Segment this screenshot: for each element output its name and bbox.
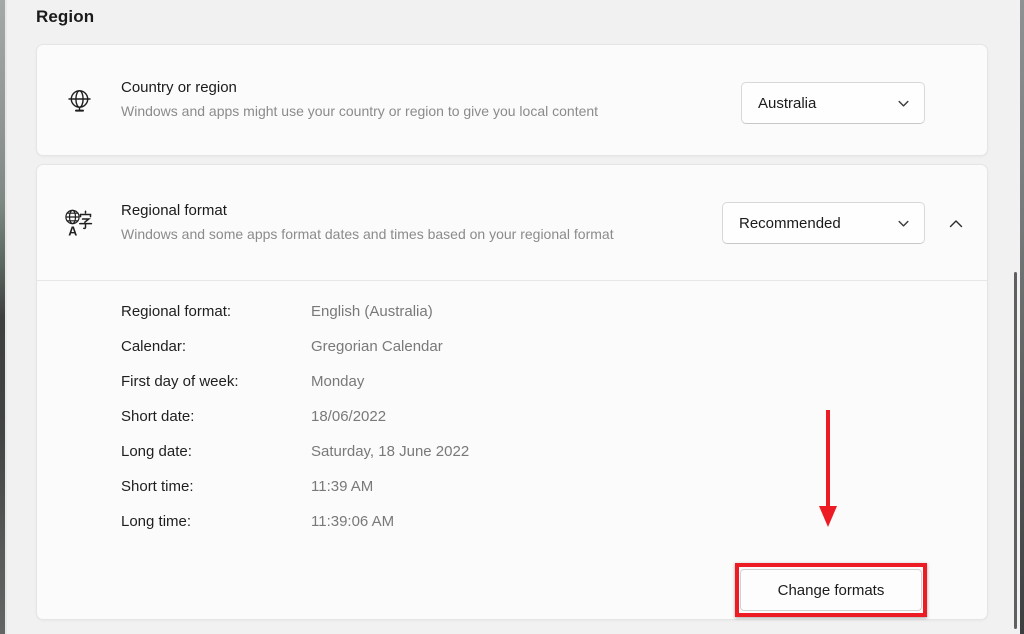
detail-label: Long time: xyxy=(121,513,192,530)
detail-row-long-time: Long time: 11:39:06 AM xyxy=(121,504,469,539)
detail-label: Short date: xyxy=(121,408,195,425)
detail-value: 18/06/2022 xyxy=(311,408,387,425)
chevron-up-icon[interactable] xyxy=(938,206,974,242)
regional-format-dropdown[interactable]: Recommended xyxy=(722,202,925,244)
chevron-down-icon xyxy=(897,217,910,230)
regional-card-description: Windows and some apps format dates and t… xyxy=(121,225,614,242)
svg-text:A: A xyxy=(68,224,77,238)
detail-row-regional-format: Regional format: English (Australia) xyxy=(121,294,469,329)
language-globe-icon: A xyxy=(37,208,121,238)
detail-row-calendar: Calendar: Gregorian Calendar xyxy=(121,329,469,364)
detail-label: Regional format: xyxy=(121,303,232,320)
globe-icon xyxy=(37,87,121,114)
country-dropdown-value: Australia xyxy=(758,94,817,112)
detail-value: English (Australia) xyxy=(311,303,433,320)
detail-label: Short time: xyxy=(121,478,194,495)
detail-value: Saturday, 18 June 2022 xyxy=(311,443,470,460)
vertical-scrollbar-thumb[interactable] xyxy=(1014,272,1017,629)
change-formats-button[interactable]: Change formats xyxy=(740,569,922,611)
regional-format-card-header[interactable]: A Regional format Windows and some apps … xyxy=(36,164,988,280)
screen-edge-right xyxy=(1020,0,1024,634)
detail-label: Long date: xyxy=(121,443,192,460)
detail-value: Gregorian Calendar xyxy=(311,338,443,355)
detail-label: First day of week: xyxy=(121,373,239,390)
chevron-down-icon xyxy=(897,97,910,110)
detail-value: 11:39 AM xyxy=(311,478,374,495)
country-card-description: Windows and apps might use your country … xyxy=(121,103,599,119)
detail-value: 11:39:06 AM xyxy=(311,513,395,530)
detail-value: Monday xyxy=(311,373,365,390)
detail-row-short-date: Short date: 18/06/2022 xyxy=(121,399,469,434)
settings-region-page: Region Country or region Windows and app… xyxy=(0,0,1024,634)
country-or-region-card: Country or region Windows and apps might… xyxy=(36,44,988,156)
detail-row-long-date: Long date: Saturday, 18 June 2022 xyxy=(121,434,469,469)
regional-dropdown-value: Recommended xyxy=(739,214,841,232)
country-dropdown[interactable]: Australia xyxy=(741,82,925,124)
screen-edge-left xyxy=(0,0,7,634)
detail-row-first-day-of-week: First day of week: Monday xyxy=(121,364,469,399)
detail-row-short-time: Short time: 11:39 AM xyxy=(121,469,469,504)
page-title: Region xyxy=(36,7,95,26)
regional-format-details-list: Regional format: English (Australia) Cal… xyxy=(121,294,469,539)
detail-label: Calendar: xyxy=(121,338,187,355)
